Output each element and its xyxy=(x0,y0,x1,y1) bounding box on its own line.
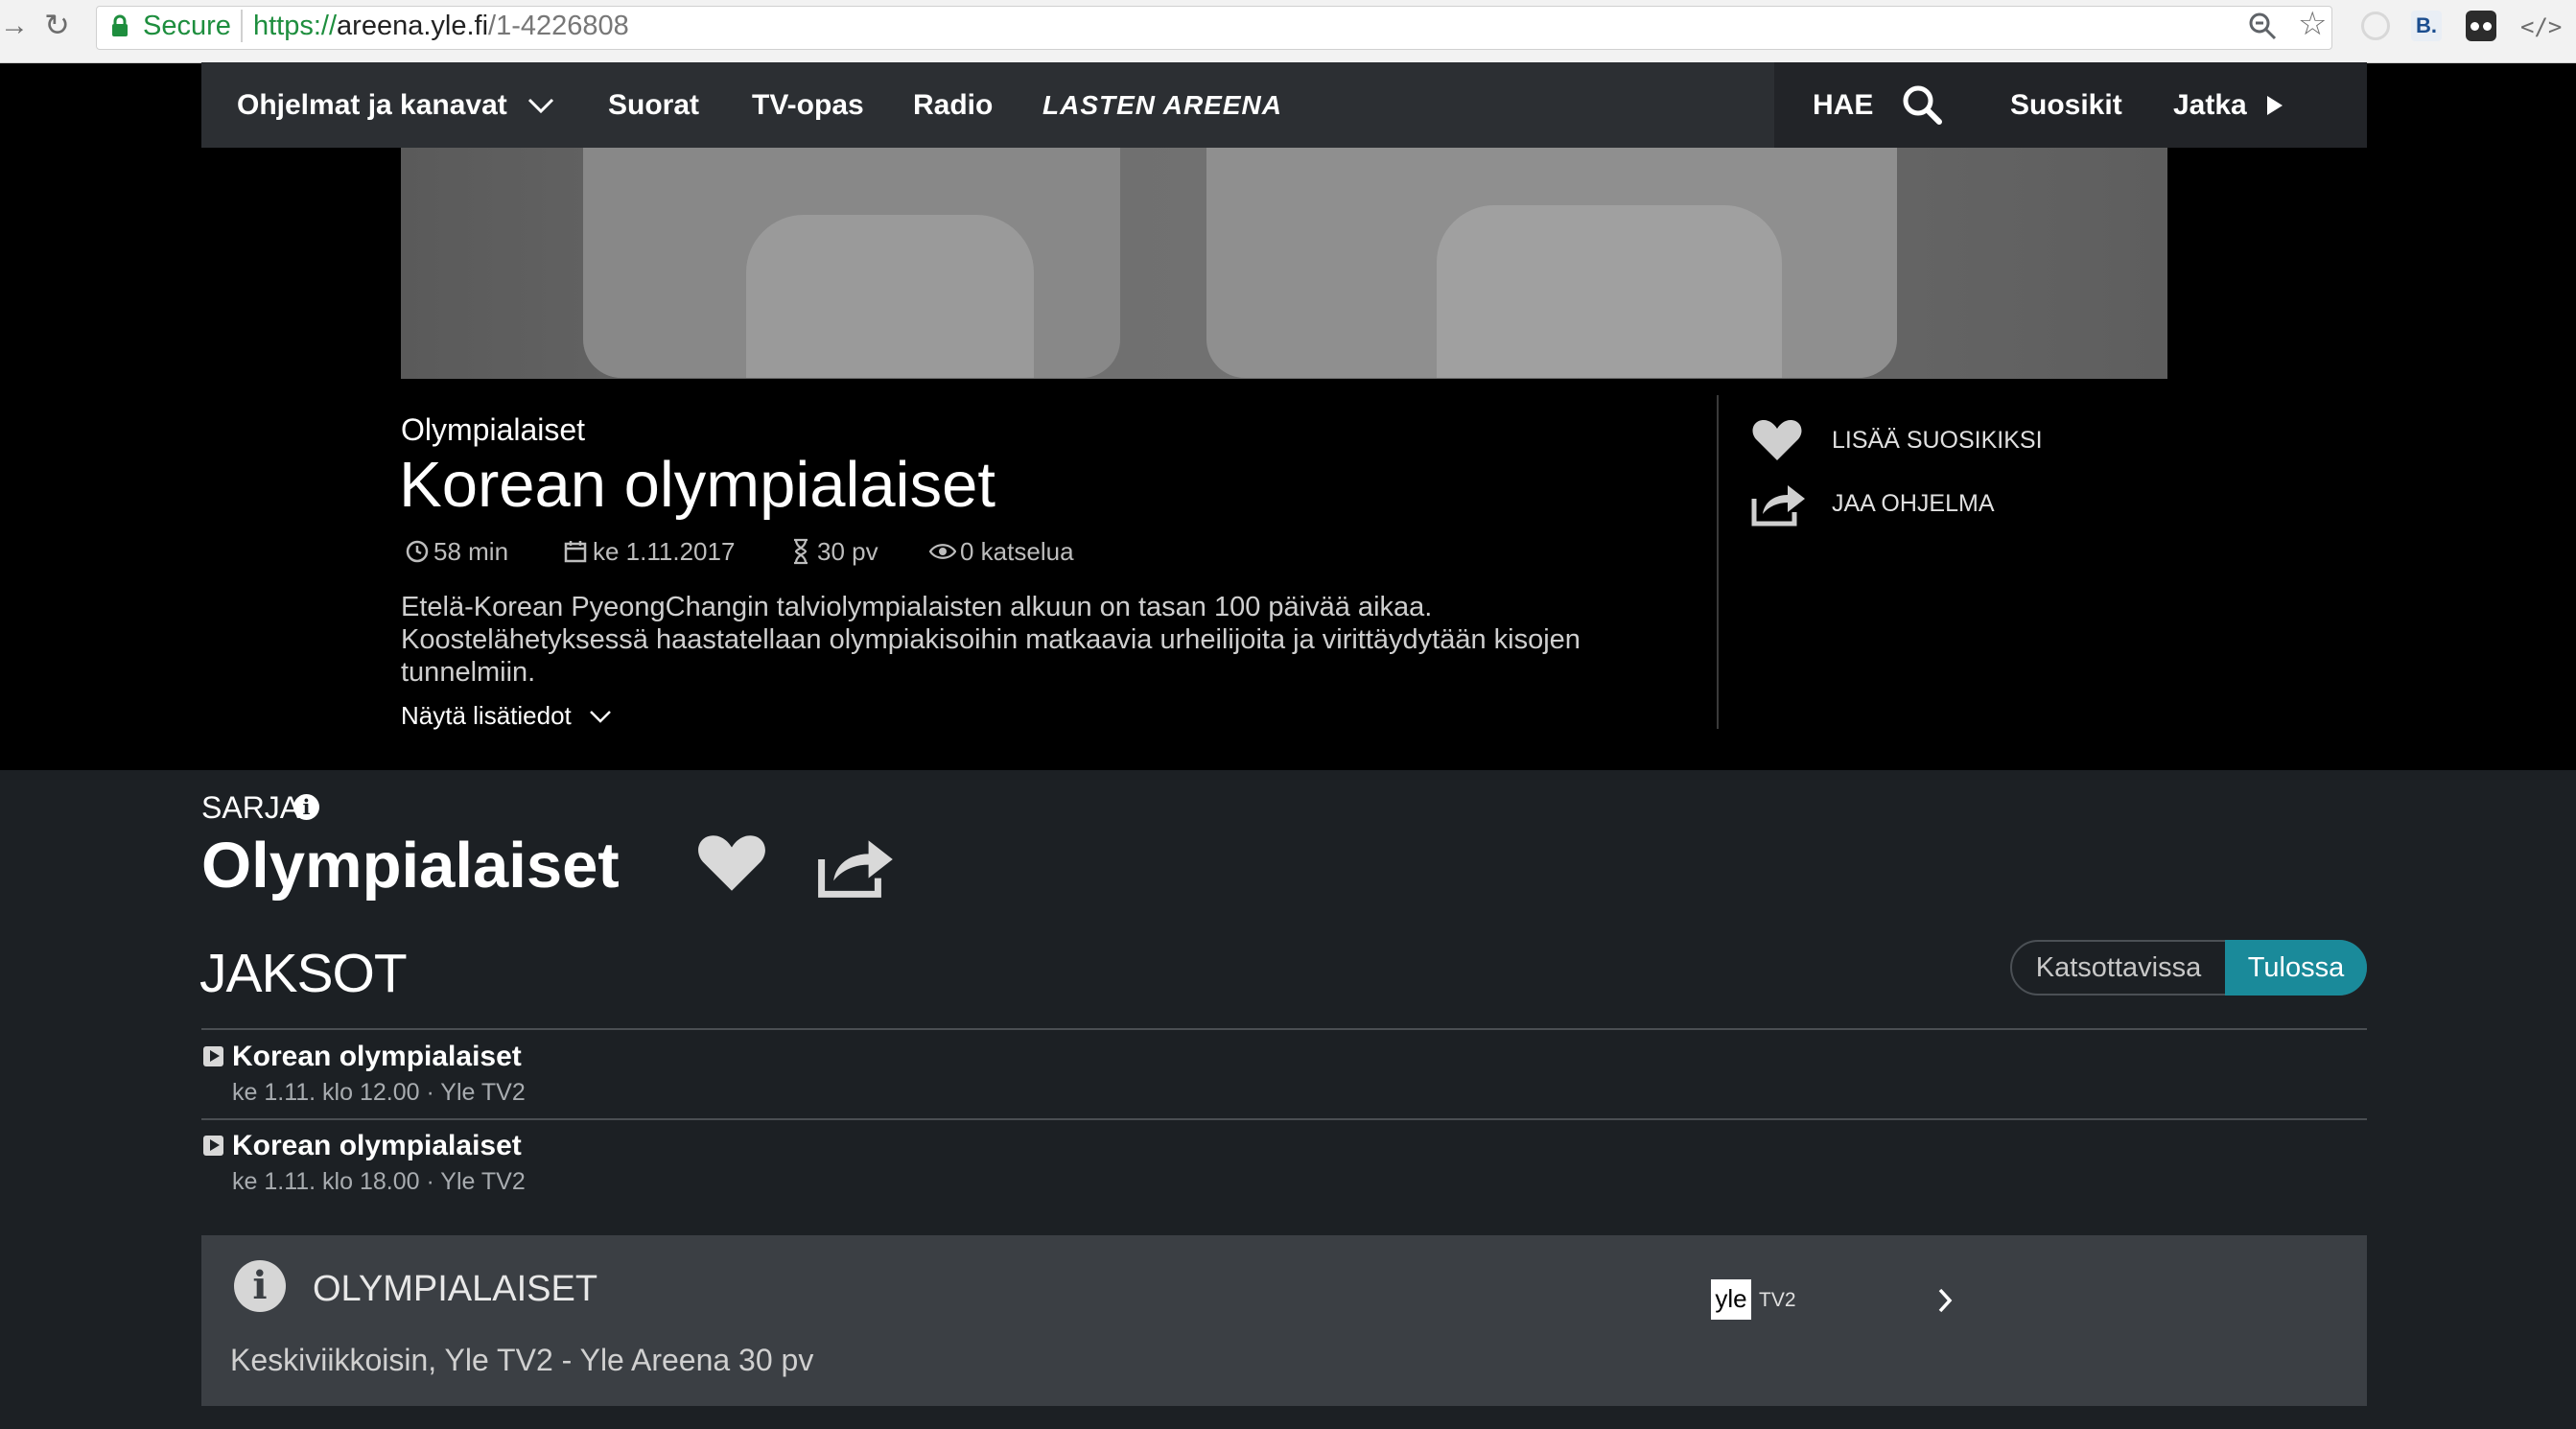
episode-divider xyxy=(201,1118,2367,1120)
program-series-name[interactable]: Olympialaiset xyxy=(401,410,585,449)
hero-image xyxy=(401,148,2167,379)
series-title: Olympialaiset xyxy=(201,830,620,902)
play-icon[interactable] xyxy=(203,1136,223,1156)
nav-live[interactable]: Suorat xyxy=(608,62,699,148)
hero-arms-left xyxy=(746,215,1034,378)
more-info-toggle[interactable]: Näytä lisätiedot xyxy=(401,699,572,732)
url-host: areena.yle.fi xyxy=(337,11,489,41)
nav-search-label[interactable]: HAE xyxy=(1813,62,1873,148)
hero-arms-right xyxy=(1437,205,1782,378)
heart-icon[interactable] xyxy=(696,832,767,894)
program-views: 0 katselua xyxy=(960,537,1074,566)
list-item[interactable]: Korean olympialaiset ke 1.11. klo 12.00 … xyxy=(201,1038,2367,1116)
episode-title[interactable]: Korean olympialaiset xyxy=(232,1127,522,1165)
details-divider xyxy=(1717,395,1719,729)
share-icon[interactable] xyxy=(1751,480,1807,527)
share-icon[interactable] xyxy=(817,832,896,900)
nav-programs-menu[interactable]: Ohjelmat ja kanavat xyxy=(237,62,507,148)
episode-divider xyxy=(201,1028,2367,1030)
forward-arrow-icon[interactable]: → xyxy=(0,12,29,40)
play-icon[interactable] xyxy=(203,1046,223,1066)
nav-tv-guide[interactable]: TV-opas xyxy=(752,62,864,148)
share-program-button[interactable]: JAA OHJELMA xyxy=(1832,487,1995,520)
clock-icon xyxy=(406,540,429,563)
tab-available[interactable]: Katsottavissa xyxy=(2012,942,2225,994)
episode-title[interactable]: Korean olympialaiset xyxy=(232,1038,522,1076)
nav-programs-label: Ohjelmat ja kanavat xyxy=(237,89,507,121)
reload-icon[interactable]: ↻ xyxy=(44,10,70,40)
episode-info: ke 1.11. klo 18.00 · Yle TV2 xyxy=(232,1168,526,1195)
info-icon: i xyxy=(234,1260,286,1312)
info-icon[interactable]: i xyxy=(293,794,319,820)
heart-icon[interactable] xyxy=(1751,418,1803,462)
episodes-heading: JAKSOT xyxy=(199,943,408,1004)
zoom-icon[interactable] xyxy=(2248,12,2277,40)
program-availability: 30 pv xyxy=(817,537,878,566)
series-label: SARJA xyxy=(201,790,301,825)
play-icon[interactable] xyxy=(2265,94,2284,117)
info-box-schedule: Keskiviikkoisin, Yle TV2 - Yle Areena 30… xyxy=(230,1343,814,1377)
calendar-icon xyxy=(564,541,587,563)
program-date: ke 1.11.2017 xyxy=(593,537,736,566)
program-duration: 58 min xyxy=(433,537,509,566)
nav-radio[interactable]: Radio xyxy=(913,62,993,148)
chevron-right-icon[interactable] xyxy=(1937,1287,1953,1314)
chevron-down-icon[interactable] xyxy=(527,97,554,114)
description-line: tunnelmiin. xyxy=(401,657,536,688)
channel-name: TV2 xyxy=(1759,1289,1796,1311)
url-text[interactable]: https://areena.yle.fi/1-4226808 xyxy=(253,10,629,42)
search-icon[interactable] xyxy=(1901,83,1943,126)
eye-icon xyxy=(929,544,956,559)
nav-continue[interactable]: Jatka xyxy=(2173,62,2247,148)
lock-icon xyxy=(112,14,128,36)
nav-favorites[interactable]: Suosikit xyxy=(2010,62,2122,148)
extension-b-icon[interactable]: B. xyxy=(2411,11,2442,41)
program-description: Etelä-Korean PyeongChangin talviolympial… xyxy=(401,591,1676,689)
url-divider xyxy=(241,10,243,42)
extension-icon[interactable] xyxy=(2361,12,2390,40)
secure-label: Secure xyxy=(143,11,231,41)
nav-kids-areena[interactable]: LASTEN AREENA xyxy=(1042,62,1282,148)
more-info-label: Näytä lisätiedot xyxy=(401,701,572,730)
description-line: Koostelähetyksessä haastatellaan olympia… xyxy=(401,624,1581,655)
yle-logo: yle xyxy=(1711,1279,1751,1320)
devtools-code-icon[interactable]: </> xyxy=(2520,12,2562,41)
episode-info: ke 1.11. klo 12.00 · Yle TV2 xyxy=(232,1079,526,1106)
info-box-title: OLYMPIALAISET xyxy=(313,1269,598,1309)
description-line: Etelä-Korean PyeongChangin talviolympial… xyxy=(401,592,1433,622)
hourglass-icon xyxy=(794,538,808,565)
url-path: /1-4226808 xyxy=(488,11,629,41)
series-info-box[interactable] xyxy=(201,1235,2367,1406)
tab-upcoming[interactable]: Tulossa xyxy=(2225,940,2367,996)
list-item[interactable]: Korean olympialaiset ke 1.11. klo 18.00 … xyxy=(201,1127,2367,1206)
chevron-down-icon[interactable] xyxy=(589,709,612,724)
bookmark-star-icon[interactable]: ☆ xyxy=(2298,8,2327,40)
program-title: Korean olympialaiset xyxy=(399,449,995,521)
url-scheme: https:// xyxy=(253,11,338,41)
extension-glasses-icon[interactable] xyxy=(2466,11,2496,41)
add-favorite-button[interactable]: LISÄÄ SUOSIKIKSI xyxy=(1832,424,2043,457)
